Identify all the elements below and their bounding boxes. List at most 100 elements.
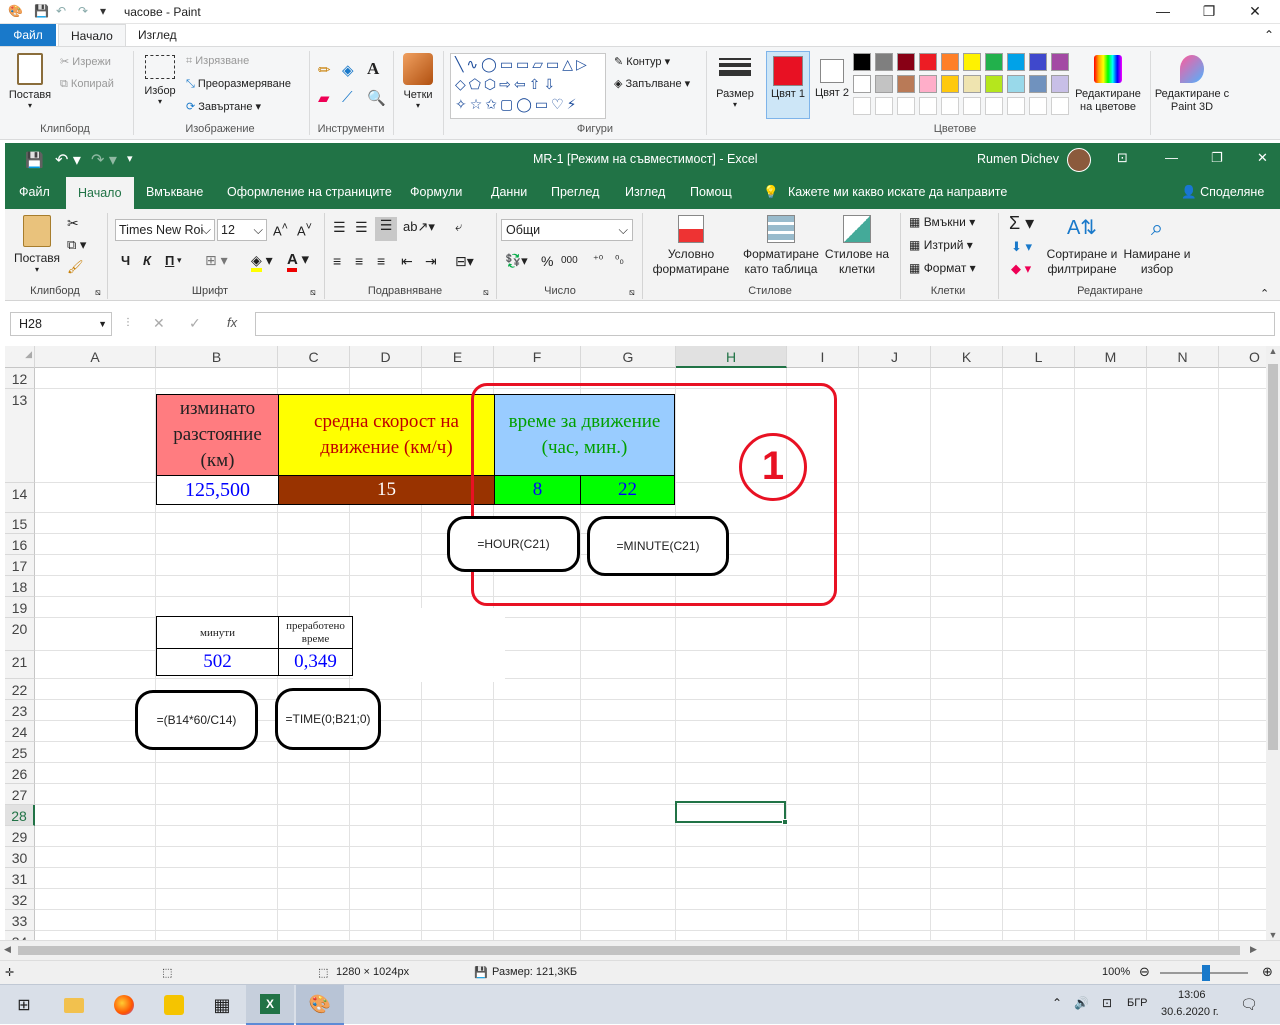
- column-header[interactable]: J: [859, 346, 931, 368]
- palette-empty-swatch[interactable]: [897, 97, 915, 115]
- palette-empty-swatch[interactable]: [853, 97, 871, 115]
- number-launcher-icon[interactable]: ⧅: [629, 287, 635, 298]
- scroll-up-icon[interactable]: ▲: [1266, 346, 1280, 356]
- column-header[interactable]: N: [1147, 346, 1219, 368]
- fill-bucket-icon[interactable]: ◈: [342, 61, 354, 79]
- close-button[interactable]: ✕: [1257, 150, 1268, 166]
- row-header[interactable]: 31: [5, 868, 35, 889]
- column-header[interactable]: M: [1075, 346, 1147, 368]
- palette-swatch[interactable]: [897, 53, 915, 71]
- palette-swatch[interactable]: [919, 53, 937, 71]
- notifications-icon[interactable]: 🗨: [1240, 996, 1258, 1013]
- tab-home[interactable]: Начало: [66, 177, 134, 209]
- zoom-in-icon[interactable]: ⊕: [1262, 964, 1273, 980]
- palette-swatch[interactable]: [853, 75, 871, 93]
- active-cell-h28[interactable]: [675, 801, 788, 825]
- palette-swatch[interactable]: [985, 53, 1003, 71]
- scroll-right-icon[interactable]: ▶: [1250, 944, 1257, 955]
- formula-input[interactable]: [255, 312, 1275, 336]
- scroll-thumb[interactable]: [1268, 364, 1278, 750]
- restore-button[interactable]: ❐: [1211, 150, 1223, 166]
- row-header[interactable]: 29: [5, 826, 35, 847]
- close-button[interactable]: ✕: [1232, 0, 1278, 24]
- row-header[interactable]: 13: [5, 389, 35, 483]
- select-button[interactable]: Избор ▾: [142, 55, 178, 106]
- clock-time[interactable]: 13:06: [1178, 989, 1206, 1001]
- fill-color-icon[interactable]: ◈ ▾: [251, 252, 273, 272]
- ribbon-display-icon[interactable]: ⊡: [1117, 150, 1128, 166]
- cell-c13[interactable]: средна скорост на движение (км/ч): [278, 394, 495, 476]
- palette-swatch[interactable]: [1029, 75, 1047, 93]
- column-header[interactable]: A: [35, 346, 156, 368]
- alignment-launcher-icon[interactable]: ⧅: [483, 287, 489, 298]
- column-header[interactable]: D: [350, 346, 422, 368]
- tab-insert[interactable]: Вмъкване: [146, 185, 203, 199]
- column-header[interactable]: G: [581, 346, 676, 368]
- chevron-down-icon[interactable]: ▾: [177, 255, 182, 266]
- scroll-left-icon[interactable]: ◀: [4, 944, 11, 955]
- zoom-slider-thumb[interactable]: [1202, 965, 1210, 981]
- orientation-icon[interactable]: ab↗▾: [403, 219, 435, 235]
- align-bottom-icon[interactable]: ☰: [375, 217, 397, 241]
- palette-swatch[interactable]: [963, 75, 981, 93]
- palette-swatch[interactable]: [941, 53, 959, 71]
- tab-home[interactable]: Начало: [58, 24, 126, 46]
- palette-swatch[interactable]: [963, 53, 981, 71]
- taskbar-player[interactable]: [150, 985, 198, 1025]
- undo-icon[interactable]: ↶ ▾: [55, 150, 81, 170]
- palette-empty-swatch[interactable]: [875, 97, 893, 115]
- row-header[interactable]: 22: [5, 679, 35, 700]
- maximize-button[interactable]: ❐: [1186, 0, 1232, 24]
- palette-swatch[interactable]: [985, 75, 1003, 93]
- cell-c14[interactable]: 15: [278, 475, 495, 505]
- palette-empty-swatch[interactable]: [1029, 97, 1047, 115]
- merge-center-icon[interactable]: ⊟▾: [455, 253, 474, 270]
- percent-icon[interactable]: %: [541, 253, 553, 269]
- increase-decimal-icon[interactable]: ⁺⁰: [593, 253, 603, 266]
- font-color-icon[interactable]: A ▾: [287, 250, 309, 272]
- tab-review[interactable]: Преглед: [551, 185, 599, 199]
- palette-swatch[interactable]: [853, 53, 871, 71]
- color-picker-icon[interactable]: ⟋: [342, 89, 353, 106]
- insert-function-icon[interactable]: fx: [227, 315, 237, 330]
- color2-button[interactable]: Цвят 2: [812, 51, 852, 119]
- font-size-select[interactable]: 12 ⌵: [217, 219, 267, 241]
- taskbar-calculator[interactable]: ▦: [198, 985, 246, 1025]
- eraser-icon[interactable]: ▰: [318, 89, 330, 107]
- qat-customize-icon[interactable]: ▾: [127, 152, 133, 165]
- palette-swatch[interactable]: [1007, 75, 1025, 93]
- paste-button[interactable]: Поставя ▾: [13, 215, 61, 274]
- palette-empty-swatch[interactable]: [963, 97, 981, 115]
- palette-empty-swatch[interactable]: [1007, 97, 1025, 115]
- zoom-out-icon[interactable]: ⊖: [1139, 964, 1150, 980]
- conditional-formatting-button[interactable]: Условно форматиране: [647, 215, 735, 277]
- chevron-up-icon[interactable]: ⌃: [1052, 996, 1062, 1010]
- cut-icon[interactable]: ✂: [67, 215, 79, 232]
- palette-swatch[interactable]: [875, 75, 893, 93]
- find-select-button[interactable]: ⌕ Намиране и избор: [1123, 215, 1191, 277]
- palette-empty-swatch[interactable]: [1051, 97, 1069, 115]
- crop-button[interactable]: ⌗ Изрязване: [186, 55, 249, 68]
- borders-icon[interactable]: ⊞ ▾: [205, 252, 228, 269]
- cell-c21[interactable]: 0,349: [278, 648, 353, 676]
- color1-button[interactable]: Цвят 1: [766, 51, 810, 119]
- palette-swatch[interactable]: [875, 53, 893, 71]
- accounting-format-icon[interactable]: 💱▾: [505, 253, 528, 269]
- paste-button[interactable]: Поставя ▾: [8, 53, 52, 110]
- tab-view[interactable]: Изглед: [126, 24, 189, 46]
- wrap-text-icon[interactable]: ⤶: [455, 219, 462, 235]
- undo-icon[interactable]: ↶: [56, 4, 66, 18]
- column-header[interactable]: O: [1219, 346, 1267, 368]
- decrease-indent-icon[interactable]: ⇤: [401, 253, 413, 270]
- minimize-button[interactable]: —: [1165, 150, 1178, 165]
- row-header[interactable]: 21: [5, 651, 35, 679]
- italic-button[interactable]: К: [143, 253, 151, 268]
- row-header[interactable]: 28: [5, 805, 35, 826]
- start-button[interactable]: ⊞: [0, 985, 48, 1025]
- clock-date[interactable]: 30.6.2020 г.: [1161, 1006, 1219, 1018]
- align-center-icon[interactable]: ≡: [355, 253, 363, 269]
- cell-c20[interactable]: преработено време: [278, 616, 353, 649]
- row-header[interactable]: 25: [5, 742, 35, 763]
- column-header[interactable]: C: [278, 346, 350, 368]
- cancel-icon[interactable]: ✕: [153, 315, 165, 332]
